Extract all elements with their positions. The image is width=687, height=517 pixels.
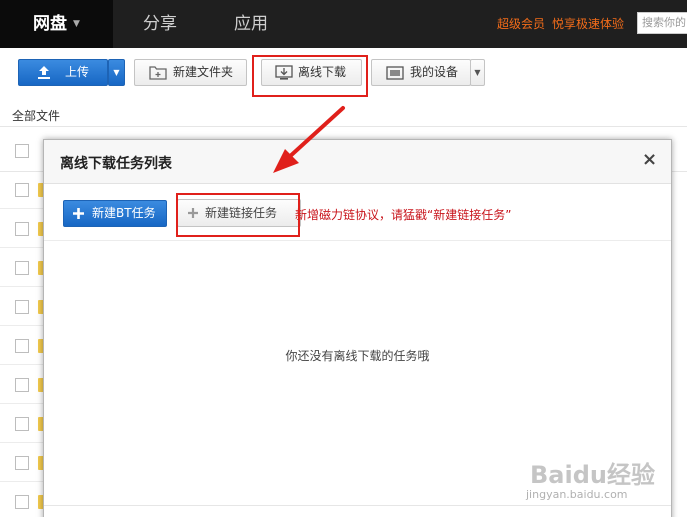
row-checkbox[interactable]: [15, 456, 29, 470]
new-bt-task-button[interactable]: 新建BT任务: [63, 200, 167, 227]
dialog-divider: [44, 240, 671, 241]
row-divider: [0, 442, 44, 443]
my-devices-button[interactable]: 我的设备: [371, 59, 471, 86]
breadcrumb[interactable]: 全部文件: [12, 107, 60, 124]
close-icon[interactable]: ×: [642, 150, 657, 170]
highlight-box-offline: [252, 55, 368, 97]
nav-wangpan[interactable]: 网盘 ▼: [0, 0, 113, 48]
speed-link[interactable]: 悦享极速体验: [552, 0, 624, 48]
watermark-brand: Baidu经验: [530, 461, 655, 489]
upload-label: 上传: [65, 65, 90, 79]
nav-wangpan-label: 网盘: [33, 14, 68, 34]
row-checkbox[interactable]: [15, 378, 29, 392]
row-divider: [0, 364, 44, 365]
row-checkbox[interactable]: [15, 261, 29, 275]
row-checkbox[interactable]: [15, 183, 29, 197]
baidu-jingyan-watermark: Baidu经验 jingyan.baidu.com: [524, 455, 674, 511]
nav-app[interactable]: 应用: [207, 0, 295, 48]
row-checkbox[interactable]: [15, 495, 29, 509]
new-folder-button[interactable]: 新建文件夹: [134, 59, 247, 86]
device-icon: [386, 66, 404, 80]
dialog-header: 离线下载任务列表 ×: [44, 140, 671, 184]
top-nav: 网盘 ▼ 分享 应用 超级会员 悦享极速体验 搜索你的: [0, 0, 687, 48]
my-devices-dropdown[interactable]: ▼: [470, 59, 485, 86]
empty-state-text: 你还没有离线下载的任务哦: [285, 349, 430, 363]
upload-button[interactable]: 上传: [18, 59, 108, 86]
chevron-down-icon: ▼: [73, 19, 80, 29]
chevron-down-icon: ▼: [474, 68, 481, 77]
new-folder-label: 新建文件夹: [173, 65, 234, 79]
row-checkbox[interactable]: [15, 222, 29, 236]
row-divider: [0, 247, 44, 248]
nav-share[interactable]: 分享: [113, 0, 207, 48]
select-all-checkbox[interactable]: [15, 144, 29, 158]
vip-link[interactable]: 超级会员: [497, 0, 545, 48]
row-divider: [0, 481, 44, 482]
upload-dropdown[interactable]: ▼: [108, 59, 125, 86]
dialog-title: 离线下载任务列表: [60, 156, 172, 172]
new-bt-task-label: 新建BT任务: [92, 206, 156, 220]
upload-icon: [38, 66, 50, 79]
row-divider: [0, 286, 44, 287]
chevron-down-icon: ▼: [113, 68, 120, 77]
new-folder-icon: [149, 66, 167, 80]
row-divider: [0, 208, 44, 209]
row-checkbox[interactable]: [15, 417, 29, 431]
row-checkbox[interactable]: [15, 300, 29, 314]
row-divider: [0, 325, 44, 326]
row-checkbox[interactable]: [15, 339, 29, 353]
row-divider: [0, 403, 44, 404]
plus-icon: [73, 208, 84, 219]
magnet-hint-text: 新增磁力链协议，请猛戳“新建链接任务”: [295, 208, 512, 222]
highlight-box-new-link: [176, 193, 300, 237]
my-devices-label: 我的设备: [410, 65, 459, 79]
search-input[interactable]: 搜索你的: [637, 12, 687, 34]
watermark-url: jingyan.baidu.com: [526, 488, 628, 501]
